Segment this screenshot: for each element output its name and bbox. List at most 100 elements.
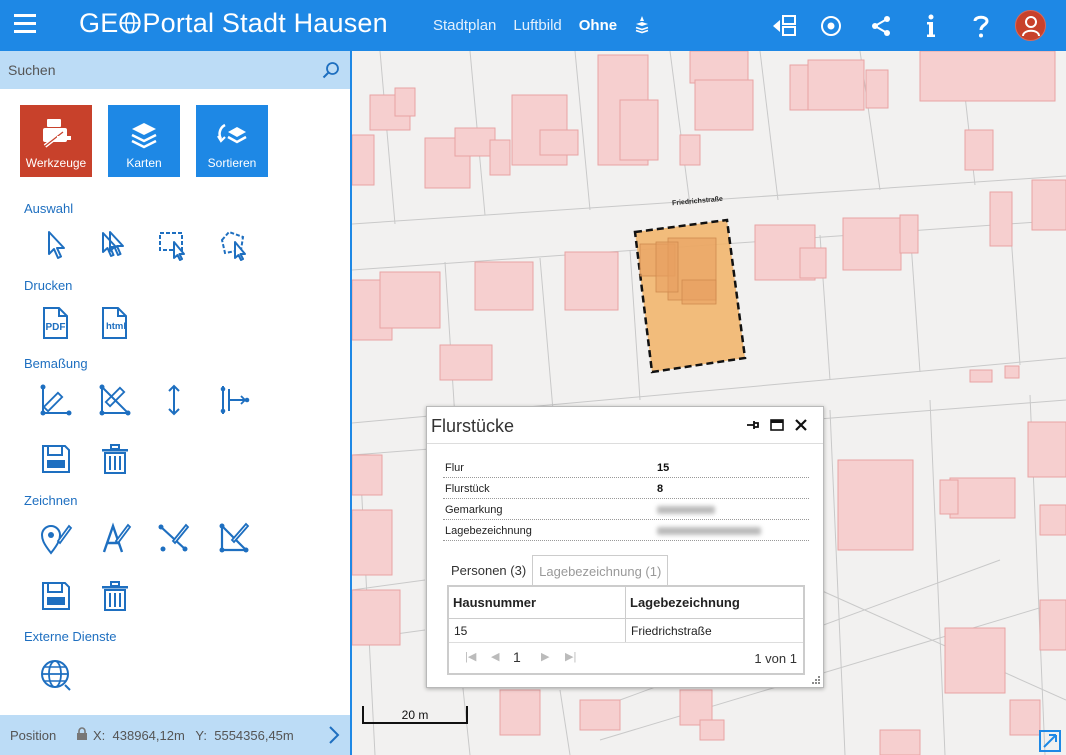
- external-service-globe-icon[interactable]: [38, 656, 74, 692]
- measure-area-icon[interactable]: [97, 382, 133, 418]
- property-row: Flurstück 8: [443, 478, 809, 499]
- app-title: GE Portal Stadt Hausen: [79, 8, 388, 39]
- section-auswahl: Auswahl: [24, 201, 74, 216]
- popup-controls: [745, 417, 809, 433]
- draw-text-icon[interactable]: [97, 520, 133, 556]
- delete-measure-icon[interactable]: [97, 441, 133, 477]
- sortieren-label: Sortieren: [207, 156, 257, 170]
- measure-height-icon[interactable]: [156, 382, 192, 418]
- measure-distance-icon[interactable]: [38, 382, 74, 418]
- section-externe-dienste: Externe Dienste: [24, 629, 117, 644]
- locate-icon[interactable]: [816, 11, 846, 41]
- delete-drawing-icon[interactable]: [97, 578, 133, 614]
- print-html-icon[interactable]: html: [97, 305, 133, 341]
- chevron-right-icon[interactable]: [328, 725, 340, 745]
- search-icon[interactable]: [322, 61, 340, 79]
- table-header: Hausnummer Lagebezeichnung: [449, 587, 803, 619]
- column-header-lagebezeichnung[interactable]: Lagebezeichnung: [626, 587, 740, 618]
- top-bar: GE Portal Stadt Hausen Stadtplan Luftbild…: [0, 0, 1066, 51]
- info-icon[interactable]: [916, 11, 946, 41]
- tab-personen[interactable]: Personen (3): [445, 555, 532, 585]
- globe-logo-icon: [119, 12, 142, 34]
- rectangle-select-icon[interactable]: [156, 227, 192, 263]
- save-measure-icon[interactable]: [38, 441, 74, 477]
- karten-label: Karten: [126, 156, 162, 170]
- menu-icon[interactable]: [14, 14, 36, 36]
- page-count: 1 von 1: [754, 651, 797, 666]
- coordinates: X: 438964,12m Y: 5554356,45m: [93, 728, 294, 743]
- maptype-switcher: Stadtplan Luftbild Ohne: [433, 15, 667, 41]
- lock-icon[interactable]: [76, 727, 88, 741]
- resize-grip-icon[interactable]: [811, 675, 821, 685]
- print-pdf-icon[interactable]: PDF: [38, 305, 74, 341]
- close-icon[interactable]: [793, 417, 809, 433]
- karten-button[interactable]: Karten: [108, 105, 180, 177]
- position-label: Position: [10, 728, 57, 743]
- save-drawing-icon[interactable]: [38, 578, 74, 614]
- multi-select-icon[interactable]: [97, 227, 133, 263]
- page-number[interactable]: 1: [513, 649, 521, 665]
- draw-point-icon[interactable]: [38, 520, 74, 556]
- main-buttons: Werkzeuge Karten Sortieren: [20, 105, 284, 177]
- section-zeichnen: Zeichnen: [24, 493, 78, 508]
- prev-page-icon[interactable]: ◀: [491, 650, 499, 663]
- property-row: Flur 15: [443, 457, 809, 478]
- property-row: Lagebezeichnung: [443, 520, 809, 541]
- share-icon[interactable]: [866, 11, 896, 41]
- pin-icon[interactable]: [745, 417, 761, 433]
- section-bemassung: Bemaßung: [24, 356, 88, 371]
- maptype-stadtplan[interactable]: Stadtplan: [433, 17, 496, 41]
- popup-title: Flurstücke: [431, 416, 515, 436]
- tab-lagebezeichnung[interactable]: Lagebezeichnung (1): [532, 555, 669, 585]
- property-key: Flurstück: [445, 483, 490, 495]
- maximize-icon[interactable]: [769, 417, 785, 433]
- sortieren-button[interactable]: Sortieren: [196, 105, 268, 177]
- sort-layers-icon: [217, 123, 247, 144]
- select-pointer-icon[interactable]: [38, 227, 74, 263]
- user-avatar-icon[interactable]: [1015, 10, 1046, 41]
- redacted-value: [657, 527, 761, 535]
- section-drucken: Drucken: [24, 278, 73, 293]
- measure-offset-icon[interactable]: [216, 382, 252, 418]
- app-title-rest: Portal Stadt Hausen: [142, 8, 388, 38]
- panel-toggle-icon[interactable]: [769, 11, 799, 41]
- maptype-ohne[interactable]: Ohne: [579, 17, 617, 41]
- polygon-select-icon[interactable]: [216, 227, 252, 263]
- popup-separator: [427, 443, 823, 444]
- help-icon[interactable]: [966, 11, 996, 41]
- y-value: 5554356,45m: [214, 728, 294, 743]
- layers-stack-icon[interactable]: [634, 15, 650, 39]
- property-value: 8: [657, 483, 664, 495]
- property-key: Flur: [445, 462, 464, 474]
- first-page-icon[interactable]: |◀: [465, 650, 476, 663]
- x-label: X:: [93, 728, 106, 743]
- property-key: Gemarkung: [445, 504, 503, 516]
- last-page-icon[interactable]: ▶|: [565, 650, 576, 663]
- pdf-label: PDF: [46, 322, 66, 333]
- sidebar: Werkzeuge Karten Sortieren Auswahl Druck…: [0, 51, 352, 755]
- html-label: html: [106, 321, 126, 332]
- redacted-value: [657, 506, 715, 514]
- flurstuecke-popup: Flurstücke Flur 15 Flurstück 8 Gemarkung…: [426, 406, 824, 688]
- toolbox-icon: [43, 119, 71, 148]
- expand-map-icon[interactable]: [1039, 730, 1061, 752]
- property-value: 15: [657, 462, 670, 474]
- werkzeuge-button[interactable]: Werkzeuge: [20, 105, 92, 177]
- x-value: 438964,12m: [112, 728, 185, 743]
- property-row: Gemarkung: [443, 499, 809, 520]
- property-key: Lagebezeichnung: [445, 525, 532, 537]
- next-page-icon[interactable]: ▶: [541, 650, 549, 663]
- search-bar: [0, 51, 350, 89]
- y-label: Y:: [195, 728, 207, 743]
- maptype-luftbild[interactable]: Luftbild: [513, 17, 561, 41]
- column-header-hausnummer[interactable]: Hausnummer: [449, 587, 626, 618]
- draw-line-icon[interactable]: [156, 520, 192, 556]
- table-row[interactable]: 15 Friedrichstraße: [449, 619, 803, 643]
- search-input[interactable]: [0, 51, 310, 89]
- app-title-prefix: GE: [79, 8, 119, 38]
- popup-tabs: Personen (3) Lagebezeichnung (1): [445, 555, 669, 585]
- properties-table: Flur 15 Flurstück 8 Gemarkung Lagebezeic…: [443, 457, 809, 541]
- pagination: |◀ ◀ 1 ▶ ▶| 1 von 1: [449, 643, 803, 673]
- draw-polygon-icon[interactable]: [216, 520, 252, 556]
- layers-icon: [131, 123, 157, 149]
